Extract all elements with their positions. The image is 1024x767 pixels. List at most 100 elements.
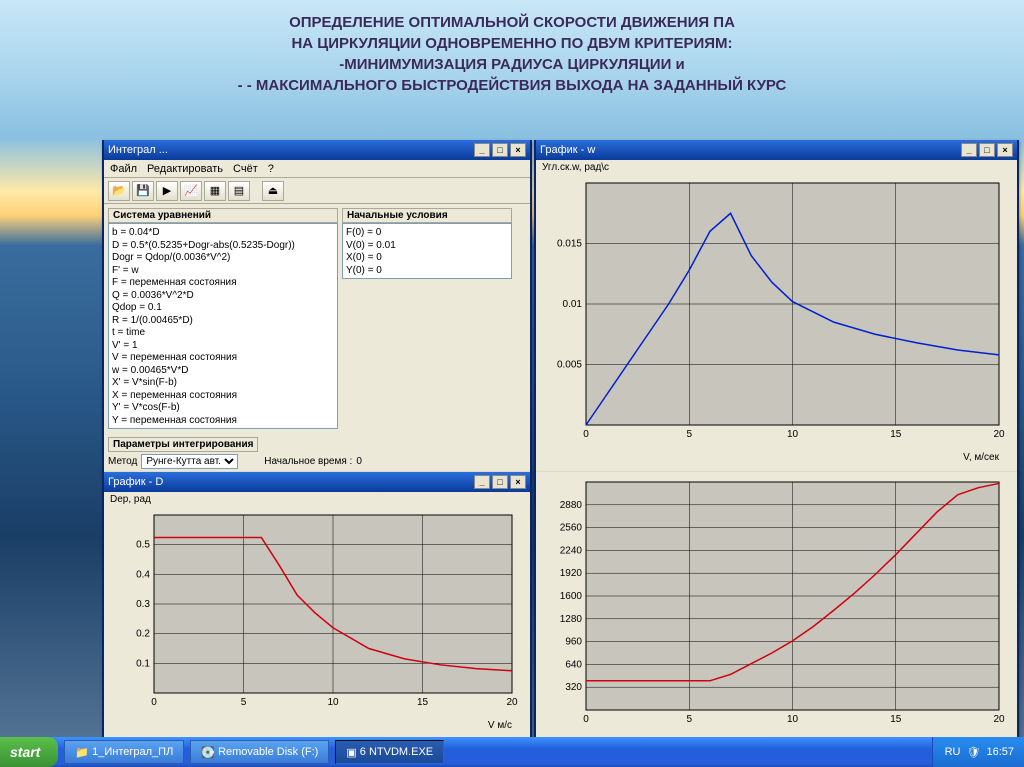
- svg-text:1280: 1280: [560, 614, 583, 625]
- task-label: 1_Интеграл_ПЛ: [92, 746, 173, 758]
- svg-text:0.5: 0.5: [136, 540, 150, 551]
- params-title: Параметры интегрирования: [108, 437, 258, 452]
- svg-text:960: 960: [565, 637, 582, 648]
- chart-w-titlebar[interactable]: График - w _ □ ×: [536, 140, 1017, 160]
- equations-textbox[interactable]: b = 0.04*D D = 0.5*(0.5235+Dogr-abs(0.52…: [108, 223, 338, 429]
- heading-line-1: ОПРЕДЕЛЕНИЕ ОПТИМАЛЬНОЙ СКОРОСТИ ДВИЖЕНИ…: [0, 12, 1024, 33]
- svg-text:10: 10: [327, 697, 339, 708]
- task-icon: 💽: [201, 746, 215, 759]
- svg-text:0.015: 0.015: [557, 239, 582, 250]
- slide-heading: ОПРЕДЕЛЕНИЕ ОПТИМАЛЬНОЙ СКОРОСТИ ДВИЖЕНИ…: [0, 0, 1024, 96]
- tool-open-icon[interactable]: 📂: [108, 181, 130, 201]
- svg-text:2880: 2880: [560, 500, 583, 511]
- task-icon: ▣: [346, 746, 356, 759]
- t0-value: 0: [356, 456, 362, 467]
- svg-text:10: 10: [787, 429, 799, 440]
- task-label: 6 NTVDM.EXE: [360, 746, 433, 758]
- initial-cond-label: Начальные условия: [342, 208, 512, 223]
- integral-title: Интеграл ...: [108, 144, 472, 156]
- equations-label: Система уравнений: [108, 208, 338, 223]
- equation-area: Система уравнений b = 0.04*D D = 0.5*(0.…: [104, 204, 530, 433]
- heading-line-2: НА ЦИРКУЛЯЦИИ ОДНОВРЕМЕННО ПО ДВУМ КРИТЕ…: [0, 33, 1024, 54]
- start-button[interactable]: start: [0, 737, 58, 767]
- svg-text:20: 20: [506, 697, 518, 708]
- svg-text:20: 20: [993, 429, 1005, 440]
- desktop-workspace: Интеграл ... _ □ × Файл Редактировать Сч…: [102, 140, 1022, 740]
- close-button[interactable]: ×: [510, 475, 526, 489]
- svg-text:5: 5: [686, 429, 692, 440]
- method-select[interactable]: Рунге-Кутта авт.: [141, 454, 238, 469]
- chart-d-plot: 0 5 10 15 20 0.1 0.2 0.3 0.4 0.5: [112, 509, 522, 718]
- close-button[interactable]: ×: [997, 143, 1013, 157]
- chart-w-ylabel: Угл.ск.w, рад\с: [536, 160, 1017, 175]
- toolbar: 📂 💾 ▶ 📈 ▦ ▤ ⏏: [104, 178, 530, 204]
- maximize-button[interactable]: □: [492, 143, 508, 157]
- chart-d-xlabel: V м/с: [104, 720, 530, 731]
- chart-w-window[interactable]: График - w _ □ × Угл.ск.w, рад\с 0510152…: [534, 140, 1019, 475]
- menu-edit[interactable]: Редактировать: [147, 163, 223, 175]
- tool-save-icon[interactable]: 💾: [132, 181, 154, 201]
- svg-text:0.005: 0.005: [557, 360, 582, 371]
- svg-text:2560: 2560: [560, 523, 583, 534]
- svg-text:2240: 2240: [560, 545, 583, 556]
- taskbar: start 📁 1_Интеграл_ПЛ💽 Removable Disk (F…: [0, 737, 1024, 767]
- svg-text:0.2: 0.2: [136, 629, 150, 640]
- svg-text:0.4: 0.4: [136, 569, 150, 580]
- svg-text:0: 0: [151, 697, 157, 708]
- svg-text:0.01: 0.01: [563, 299, 583, 310]
- maximize-button[interactable]: □: [979, 143, 995, 157]
- tool-grid-icon[interactable]: ▦: [204, 181, 226, 201]
- chart-d-window[interactable]: График - D _ □ × Dер, рад 0 5 10 15 20 0.1 0.2…: [102, 472, 532, 740]
- svg-text:0.3: 0.3: [136, 599, 150, 610]
- chart-w-xlabel: V, м/сек: [536, 452, 1017, 463]
- integral-titlebar[interactable]: Интеграл ... _ □ ×: [104, 140, 530, 160]
- svg-text:0.1: 0.1: [136, 658, 150, 669]
- task-icon: 📁: [75, 746, 89, 759]
- taskbar-item[interactable]: 💽 Removable Disk (F:): [190, 740, 329, 764]
- task-label: Removable Disk (F:): [218, 746, 318, 758]
- svg-text:320: 320: [565, 682, 582, 693]
- chart-w-plot: 051015200.0050.010.015: [544, 177, 1009, 450]
- svg-text:15: 15: [417, 697, 429, 708]
- chart-d-ylabel: Dер, рад: [104, 492, 530, 507]
- svg-text:10: 10: [787, 714, 799, 725]
- taskbar-item[interactable]: ▣ 6 NTVDM.EXE: [335, 740, 444, 764]
- t0-label: Начальное время :: [242, 456, 352, 467]
- chart-d-titlebar[interactable]: График - D _ □ ×: [104, 472, 530, 492]
- chart-r-window[interactable]: 0 5 10 15 20 320 640 960 1280 1600 1920 2240 2560 288…: [534, 472, 1019, 740]
- svg-text:15: 15: [890, 714, 902, 725]
- tool-chart-icon[interactable]: 📈: [180, 181, 202, 201]
- svg-text:5: 5: [241, 697, 247, 708]
- maximize-button[interactable]: □: [492, 475, 508, 489]
- svg-text:20: 20: [993, 714, 1005, 725]
- tool-run-icon[interactable]: ▶: [156, 181, 178, 201]
- start-label: start: [10, 744, 40, 760]
- menu-help[interactable]: ?: [268, 163, 274, 175]
- svg-text:5: 5: [686, 714, 692, 725]
- close-button[interactable]: ×: [510, 143, 526, 157]
- tool-exit-icon[interactable]: ⏏: [262, 181, 284, 201]
- menu-calc[interactable]: Счёт: [233, 163, 258, 175]
- heading-line-3: -МИНИМУМИЗАЦИЯ РАДИУСА ЦИРКУЛЯЦИИ и: [0, 54, 1024, 75]
- svg-text:1920: 1920: [560, 568, 583, 579]
- svg-text:640: 640: [565, 659, 582, 670]
- svg-text:1600: 1600: [560, 591, 583, 602]
- system-tray[interactable]: RU 🛡 16:57: [932, 737, 1024, 767]
- chart-r-plot: 0 5 10 15 20 320 640 960 1280 1600 1920 2240 2560 288…: [544, 476, 1009, 735]
- integral-window[interactable]: Интеграл ... _ □ × Файл Редактировать Сч…: [102, 140, 532, 475]
- minimize-button[interactable]: _: [474, 475, 490, 489]
- minimize-button[interactable]: _: [474, 143, 490, 157]
- menu-file[interactable]: Файл: [110, 163, 137, 175]
- taskbar-item[interactable]: 📁 1_Интеграл_ПЛ: [64, 740, 184, 764]
- initial-cond-textbox[interactable]: F(0) = 0 V(0) = 0.01 X(0) = 0 Y(0) = 0: [342, 223, 512, 279]
- minimize-button[interactable]: _: [961, 143, 977, 157]
- svg-text:15: 15: [890, 429, 902, 440]
- heading-line-4: - - МАКСИМАЛЬНОГО БЫСТРОДЕЙСТВИЯ ВЫХОДА …: [0, 75, 1024, 96]
- tool-table-icon[interactable]: ▤: [228, 181, 250, 201]
- menu-bar: Файл Редактировать Счёт ?: [104, 160, 530, 178]
- language-indicator[interactable]: RU: [945, 746, 961, 758]
- method-label: Метод: [108, 456, 137, 467]
- clock: 16:57: [986, 746, 1014, 758]
- svg-text:0: 0: [583, 714, 589, 725]
- tray-icon[interactable]: 🛡: [967, 746, 981, 759]
